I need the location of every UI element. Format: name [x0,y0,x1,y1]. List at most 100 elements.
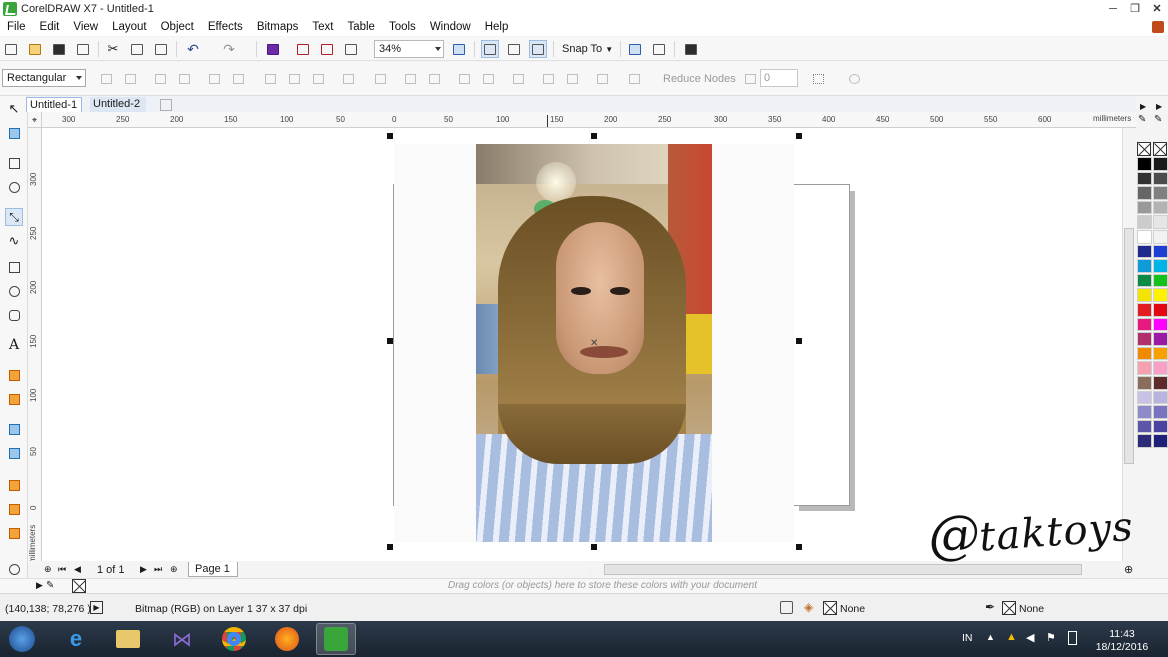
freehand-tool[interactable]: ⤡ [5,208,23,226]
palette-color-swatch[interactable] [1137,361,1152,375]
color-proofing-icon[interactable] [780,601,793,614]
minimize-button[interactable]: ─ [1104,2,1122,16]
palette-color-swatch[interactable] [1137,273,1152,288]
menu-effects[interactable]: Effects [201,21,250,33]
horizontal-ruler[interactable]: 300 250 200 150 100 50 0 50 100 150 200 … [42,112,1136,128]
taskbar-visual-studio[interactable]: ⋈ [162,623,202,655]
menu-layout[interactable]: Layout [105,21,154,33]
polygon-tool[interactable] [5,306,23,324]
zoom-tool[interactable] [5,178,23,196]
publish-pdf-button[interactable] [342,40,360,58]
mirror-nodes-button[interactable] [594,71,610,87]
drop-shadow-tool[interactable] [5,420,23,438]
palette-color-swatch[interactable] [1137,346,1152,361]
select-all-nodes-icon[interactable] [810,71,826,87]
palette-color-swatch[interactable] [1153,361,1168,375]
stretch-nodes-button[interactable] [402,71,418,87]
tab-untitled-2[interactable]: Untitled-2 [90,97,146,112]
page-tab-page-1[interactable]: Page 1 [188,562,238,577]
artistic-media-tool[interactable]: ∿ [5,232,23,250]
add-page-after-button[interactable]: ⊕ [170,564,178,575]
palette-color-swatch[interactable] [1153,434,1168,448]
toolbox-customize-button[interactable] [5,560,23,578]
rectangle-tool[interactable] [5,258,23,276]
symmetrical-node-button[interactable] [310,71,326,87]
new-tab-button[interactable] [160,99,172,111]
connector-tool[interactable] [5,390,23,408]
full-screen-preview-button[interactable] [450,40,468,58]
palette-color-swatch[interactable] [1137,376,1152,390]
eyedropper-icon[interactable]: ✎ [46,580,54,591]
selected-bitmap-photo[interactable]: ✕ [476,144,712,542]
account-icon[interactable] [1152,21,1164,33]
reflect-v-button[interactable] [564,71,580,87]
palette-color-swatch[interactable] [1153,186,1168,200]
menu-table[interactable]: Table [340,21,382,33]
outline-pen-icon[interactable]: ✒ [985,600,995,614]
zoom-level-select[interactable]: 34% [374,40,444,58]
last-page-icon[interactable]: ⏭ [154,564,162,575]
palette-color-swatch[interactable] [1153,171,1168,186]
restore-button[interactable]: ❐ [1126,2,1144,16]
palette-color-swatch[interactable] [1137,317,1152,332]
outline-none-swatch[interactable] [1002,601,1016,615]
corel-connect-button[interactable] [264,40,282,58]
undo-button[interactable]: ↶ [184,40,202,58]
shape-tool[interactable] [5,124,23,142]
show-rulers-button[interactable] [481,40,499,58]
print-button[interactable] [74,40,92,58]
color-eyedropper-tool[interactable] [5,476,23,494]
palette-scroll-arrow-icon[interactable]: ▶ [1156,102,1162,111]
status-play-icon[interactable]: ▶ [90,601,103,614]
palette-color-swatch[interactable] [1153,244,1168,259]
node-delete-button[interactable] [122,71,138,87]
palette-color-swatch[interactable] [1137,186,1152,200]
palette-color-swatch[interactable] [1137,288,1152,302]
to-curve-button[interactable] [230,71,246,87]
palette-color-swatch[interactable] [1153,390,1168,405]
snap-to-dropdown[interactable]: Snap To ▼ [557,40,615,58]
eyedropper-icon[interactable]: ✎ [1138,114,1146,125]
palette-color-swatch[interactable] [1137,303,1152,317]
add-page-before-button[interactable]: ⊕ [44,564,52,575]
palette-color-swatch[interactable] [1153,200,1168,215]
menu-edit[interactable]: Edit [33,21,67,33]
palette-color-swatch[interactable] [1153,230,1168,244]
first-page-icon[interactable]: ⏮ [58,564,66,575]
paste-button[interactable] [152,40,170,58]
menu-text[interactable]: Text [305,21,340,33]
next-page-icon[interactable]: ▶ [140,564,147,575]
fill-bucket-icon[interactable]: ◈ [804,600,813,614]
no-fill-swatch[interactable] [1137,142,1151,156]
cut-button[interactable]: ✂ [104,40,122,58]
selection-mode-select[interactable]: Rectangular [2,69,86,87]
transparency-tool[interactable] [5,444,23,462]
input-language[interactable]: IN [962,632,973,644]
palette-color-swatch[interactable] [1137,434,1152,448]
no-outline-swatch[interactable] [1153,142,1167,156]
crop-tool[interactable] [5,154,23,172]
welcome-screen-button[interactable] [626,40,644,58]
taskbar-clock[interactable]: 11:43 18/12/2016 [1094,628,1150,654]
elastic-mode-button[interactable] [510,71,526,87]
quick-customize-button[interactable] [846,71,862,87]
select-all-nodes-button[interactable] [626,71,642,87]
selection-handle-top-left[interactable] [387,133,393,139]
join-nodes-button[interactable] [152,71,168,87]
taskbar-firefox[interactable] [267,623,307,655]
selection-handle-bottom-left[interactable] [387,544,393,550]
palette-color-swatch[interactable] [1137,244,1152,259]
redo-button[interactable]: ↷ [220,40,238,58]
reduce-nodes-button[interactable]: Reduce Nodes [663,73,736,85]
selection-handle-bottom-right[interactable] [796,544,802,550]
horizontal-scroll-thumb[interactable] [604,564,1082,575]
tray-expand-icon[interactable]: ▲ [986,632,995,642]
menu-file[interactable]: File [0,21,33,33]
selection-handle-right[interactable] [796,338,802,344]
selection-handle-left[interactable] [387,338,393,344]
vertical-scroll-thumb[interactable] [1124,228,1134,464]
eyedropper-icon[interactable]: ✎ [1154,114,1162,125]
node-add-button[interactable] [98,71,114,87]
palette-color-swatch[interactable] [1137,157,1152,171]
ellipse-tool[interactable] [5,282,23,300]
